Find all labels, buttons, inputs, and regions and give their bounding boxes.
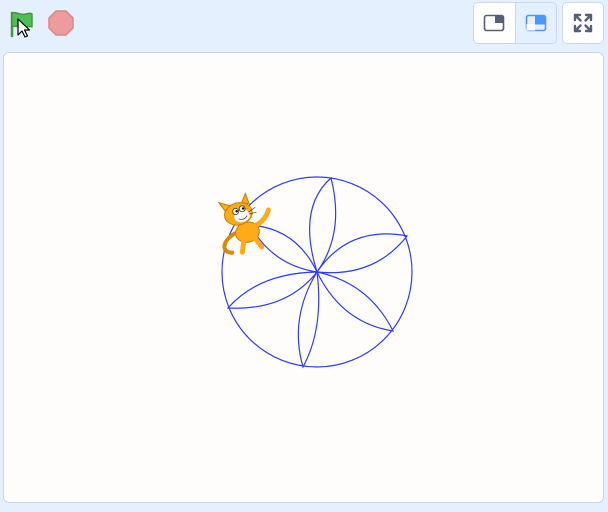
small-stage-button[interactable] bbox=[474, 3, 515, 43]
pen-petals bbox=[226, 176, 409, 369]
normal-stage-icon bbox=[525, 14, 547, 32]
stage-size-toggle bbox=[473, 2, 557, 44]
stop-icon bbox=[48, 10, 74, 36]
fullscreen-icon bbox=[573, 13, 593, 33]
normal-stage-button[interactable] bbox=[514, 3, 556, 43]
stage-canvas[interactable] bbox=[3, 52, 604, 503]
stop-button[interactable] bbox=[46, 8, 76, 38]
fullscreen-button[interactable] bbox=[562, 2, 604, 44]
green-flag-icon bbox=[10, 11, 33, 38]
green-flag-button[interactable] bbox=[6, 8, 36, 38]
cat-sprite[interactable] bbox=[212, 189, 277, 257]
pen-drawing bbox=[221, 176, 413, 369]
stage-drawing bbox=[212, 176, 413, 369]
stage-header bbox=[0, 0, 608, 48]
small-stage-icon bbox=[483, 14, 505, 32]
